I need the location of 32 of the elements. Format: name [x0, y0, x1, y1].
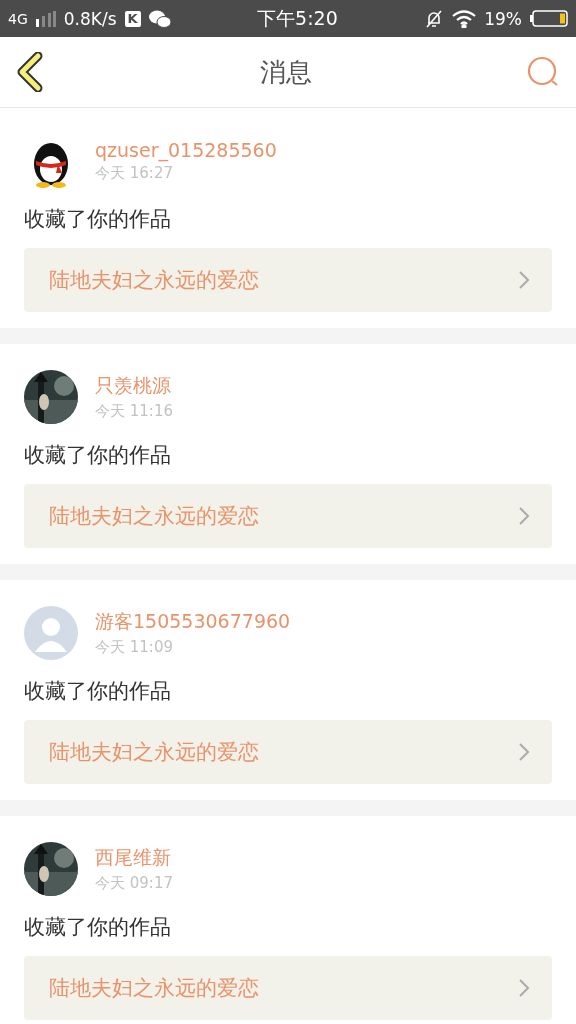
network-speed: 0.8K/s	[63, 8, 117, 29]
clock: 下午5:20	[257, 5, 338, 31]
message-time: 今天 11:09	[95, 638, 174, 657]
message-text: 收藏了你的作品	[24, 206, 172, 233]
battery-icon	[530, 10, 568, 27]
message-text: 收藏了你的作品	[24, 442, 172, 469]
chevron-icon	[518, 506, 530, 526]
work-link[interactable]: 陆地夫妇之永远的爱恋	[24, 956, 552, 1020]
wifi-icon	[452, 9, 477, 28]
message-time: 今天 11:16	[95, 402, 173, 421]
work-link[interactable]: 陆地夫妇之永远的爱恋	[24, 484, 552, 548]
message-text: 收藏了你的作品	[24, 914, 172, 941]
page-title: 消息	[260, 55, 312, 89]
network-type: 4G	[8, 10, 28, 27]
signal-icon	[35, 10, 56, 27]
chat-icon	[148, 9, 171, 28]
user-name[interactable]: 西尾维新	[95, 845, 173, 871]
message-time: 今天 16:27	[95, 164, 174, 183]
battery-percent: 19%	[484, 8, 522, 29]
app-badge: K	[124, 10, 141, 27]
chevron-icon	[518, 978, 530, 998]
bell-off-icon	[424, 8, 445, 29]
chevron-icon	[518, 270, 530, 290]
user-name[interactable]: qzuser_015285560	[95, 139, 277, 161]
user-name[interactable]: 游客1505530677960	[95, 609, 291, 635]
message-time: 今天 09:17	[95, 874, 173, 893]
chevron-icon	[518, 742, 530, 762]
user-name[interactable]: 只羡桃源	[95, 373, 173, 399]
work-link[interactable]: 陆地夫妇之永远的爱恋	[24, 720, 552, 784]
avatar-icon	[24, 606, 78, 660]
work-link[interactable]: 陆地夫妇之永远的爱恋	[24, 248, 552, 312]
message-text: 收藏了你的作品	[24, 678, 172, 705]
